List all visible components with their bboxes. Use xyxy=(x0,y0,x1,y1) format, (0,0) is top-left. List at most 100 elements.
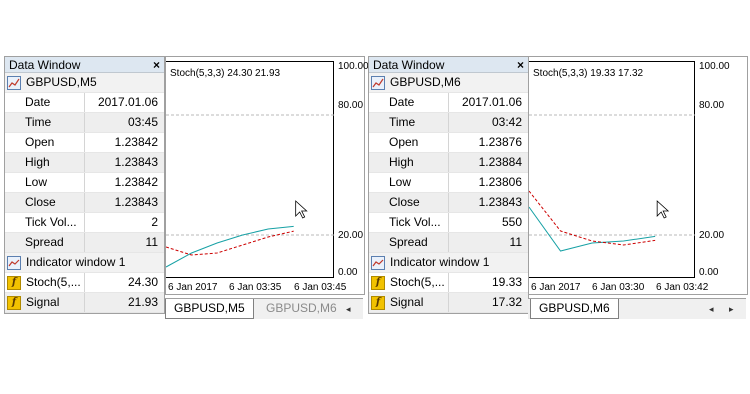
cursor-icon xyxy=(295,200,308,219)
row-value: 11 xyxy=(509,235,522,249)
data-window-title: Data Window xyxy=(9,58,81,72)
indicator-chart-window[interactable]: Stoch(5,3,3) 19.33 17.32 100.00 80.00 20… xyxy=(528,56,748,295)
data-row: Open 1.23842 xyxy=(5,133,164,153)
chart-icon xyxy=(371,75,385,90)
data-row: Open 1.23876 xyxy=(369,133,528,153)
chart-icon xyxy=(7,75,21,90)
row-key: Open xyxy=(369,133,449,152)
row-key: Signal xyxy=(390,295,424,309)
row-key: Low xyxy=(369,173,449,192)
x-tick-label: 6 Jan 03:35 xyxy=(229,282,282,293)
row-key: Stoch(5,... xyxy=(26,275,81,289)
scroll-left-icon[interactable]: ◂ xyxy=(709,299,714,319)
data-window-title-bar: Data Window × xyxy=(5,57,164,73)
y-tick-label: 0.00 xyxy=(699,267,719,278)
scroll-left-icon[interactable]: ◂ xyxy=(346,299,351,319)
x-tick-label: 6 Jan 2017 xyxy=(531,282,581,293)
main-line xyxy=(166,225,294,268)
row-value: 24.30 xyxy=(127,275,158,289)
y-tick-label: 80.00 xyxy=(699,100,725,111)
row-value: 2 xyxy=(151,215,158,229)
indicator-chart-icon xyxy=(7,255,21,270)
close-icon[interactable]: × xyxy=(517,57,524,73)
indicator-row: f Signal 21.93 xyxy=(5,293,164,313)
data-row: Spread 11 xyxy=(5,233,164,253)
row-value: 1.23884 xyxy=(478,155,522,169)
symbol-row: GBPUSD,M6 xyxy=(369,73,528,93)
data-row: Tick Vol... 2 xyxy=(5,213,164,233)
data-row: Close 1.23843 xyxy=(369,193,528,213)
tab-gbpusd-m6[interactable]: GBPUSD,M6 xyxy=(530,299,619,319)
row-value: 1.23806 xyxy=(478,175,522,189)
data-row: Close 1.23843 xyxy=(5,193,164,213)
row-value: 03:42 xyxy=(491,115,522,129)
row-value: 19.33 xyxy=(491,275,522,289)
row-value: 21.93 xyxy=(127,295,158,309)
stochastic-chart xyxy=(529,114,695,252)
indicator-chart-icon xyxy=(371,255,385,270)
row-value: 1.23876 xyxy=(478,135,522,149)
row-value: 1.23843 xyxy=(478,195,522,209)
row-value: 11 xyxy=(145,235,158,249)
y-tick-label: 80.00 xyxy=(338,100,364,111)
row-value: 550 xyxy=(501,215,522,229)
function-icon: f xyxy=(371,295,385,310)
tab-gbpusd-m6[interactable]: GBPUSD,M6 xyxy=(258,299,345,319)
scroll-right-icon[interactable]: ▸ xyxy=(729,299,734,319)
row-key: Tick Vol... xyxy=(5,213,85,232)
data-row: Low 1.23806 xyxy=(369,173,528,193)
data-row: High 1.23843 xyxy=(5,153,164,173)
row-key: High xyxy=(369,153,449,172)
row-value: 2017.01.06 xyxy=(461,95,522,109)
row-value: 1.23843 xyxy=(114,195,158,209)
chart-tab-bar: GBPUSD,M5 GBPUSD,M6 ◂ xyxy=(165,298,363,319)
x-tick-label: 6 Jan 2017 xyxy=(168,282,218,293)
data-window-title-bar: Data Window × xyxy=(369,57,528,73)
data-window-panel: Data Window × GBPUSD,M6 Date 2017.01.06 T… xyxy=(368,56,529,314)
data-window-title: Data Window xyxy=(373,58,445,72)
plot-area[interactable]: Stoch(5,3,3) 19.33 17.32 xyxy=(529,61,695,278)
symbol-row: GBPUSD,M5 xyxy=(5,73,164,93)
indicator-window-label: Indicator window 1 xyxy=(390,255,490,269)
data-row: Spread 11 xyxy=(369,233,528,253)
y-tick-label: 0.00 xyxy=(338,267,358,278)
row-key: Date xyxy=(5,93,85,112)
x-tick-label: 6 Jan 03:45 xyxy=(294,282,347,293)
data-row: Tick Vol... 550 xyxy=(369,213,528,233)
chart-tab-bar: GBPUSD,M6 ◂ ▸ xyxy=(528,298,746,319)
row-key: Open xyxy=(5,133,85,152)
row-value: 03:45 xyxy=(127,115,158,129)
main-line xyxy=(529,206,656,252)
indicator-window-label: Indicator window 1 xyxy=(26,255,126,269)
symbol-label: GBPUSD,M6 xyxy=(390,75,461,89)
indicator-label: Stoch(5,3,3) 19.33 17.32 xyxy=(533,68,644,79)
data-row: Time 03:45 xyxy=(5,113,164,133)
symbol-label: GBPUSD,M5 xyxy=(26,75,97,89)
row-key: Spread xyxy=(369,233,449,252)
plot-area[interactable]: Stoch(5,3,3) 24.30 21.93 xyxy=(166,61,334,278)
data-row: High 1.23884 xyxy=(369,153,528,173)
close-icon[interactable]: × xyxy=(153,57,160,73)
row-value: 17.32 xyxy=(491,295,522,309)
data-row: Time 03:42 xyxy=(369,113,528,133)
indicator-row: f Stoch(5,... 24.30 xyxy=(5,273,164,293)
indicator-label: Stoch(5,3,3) 24.30 21.93 xyxy=(170,68,281,79)
tab-gbpusd-m5[interactable]: GBPUSD,M5 xyxy=(165,299,254,319)
stochastic-chart xyxy=(166,114,334,268)
function-icon: f xyxy=(7,275,21,290)
row-key: Spread xyxy=(5,233,85,252)
signal-line xyxy=(166,230,294,256)
row-key: Time xyxy=(5,113,85,132)
row-key: Close xyxy=(369,193,449,212)
row-key: Date xyxy=(369,93,449,112)
function-icon: f xyxy=(7,295,21,310)
row-value: 1.23842 xyxy=(114,135,158,149)
row-key: Stoch(5,... xyxy=(390,275,445,289)
indicator-chart-window[interactable]: Stoch(5,3,3) 24.30 21.93 100.00 80.00 20… xyxy=(165,56,369,295)
indicator-row: f Signal 17.32 xyxy=(369,293,528,313)
y-tick-label: 100.00 xyxy=(338,61,369,72)
data-window-panel: Data Window × GBPUSD,M5 Date 2017.01.06 T… xyxy=(4,56,165,314)
y-tick-label: 20.00 xyxy=(338,230,364,241)
row-key: High xyxy=(5,153,85,172)
data-row: Low 1.23842 xyxy=(5,173,164,193)
